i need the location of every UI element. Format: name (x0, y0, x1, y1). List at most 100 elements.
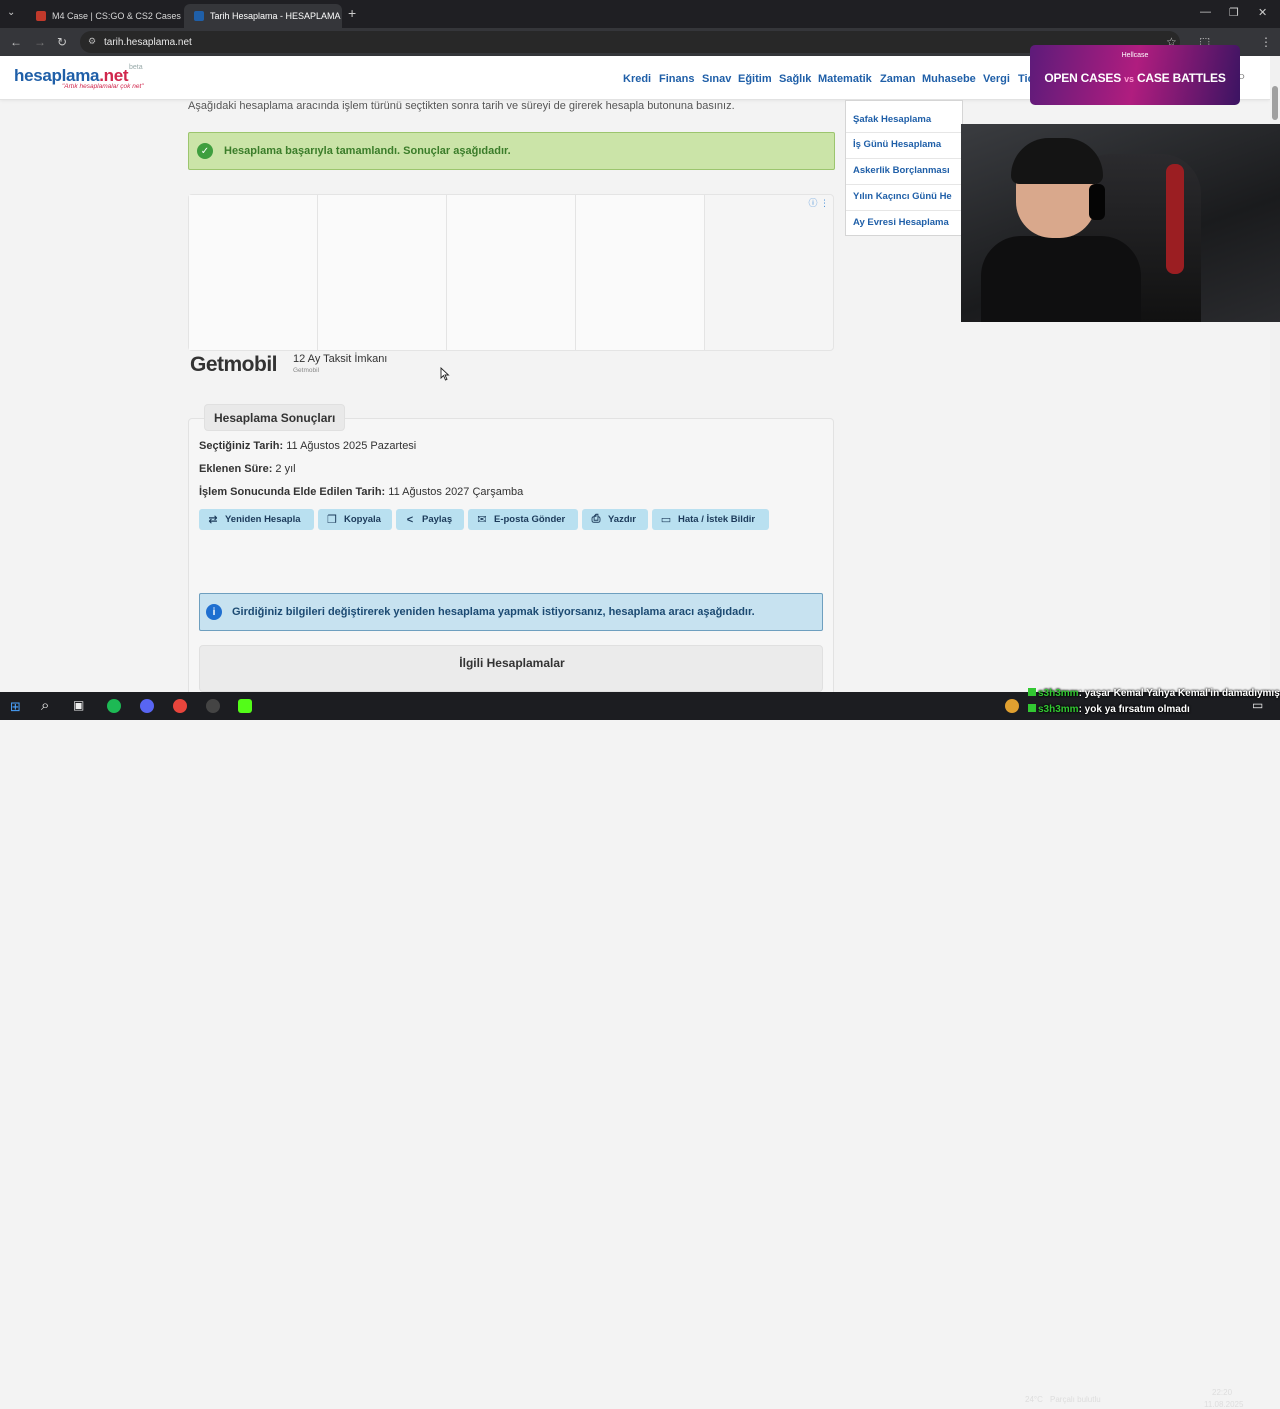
nav-finans[interactable]: Finans (659, 73, 694, 85)
tab-tarih-hesaplama[interactable]: Tarih Hesaplama - HESAPLAMA ✕ (184, 4, 342, 28)
tab-m4case[interactable]: M4 Case | CS:GO & CS2 Cases I ✕ (26, 4, 182, 28)
recalculate-button[interactable]: ⇄ Yeniden Hesapla (199, 509, 314, 530)
window-close-icon[interactable]: ✕ (1258, 6, 1267, 19)
ad-info-icon[interactable]: ⓘ ⋮ (808, 196, 829, 209)
button-label: Yazdır (608, 514, 636, 525)
discord-icon[interactable] (140, 699, 154, 713)
nav-muhasebe[interactable]: Muhasebe (922, 73, 976, 85)
sidebar-item-askerlik[interactable]: Askerlik Borçlanması (853, 165, 950, 176)
ad-tile[interactable] (318, 195, 447, 350)
selected-date-row: Seçtiğiniz Tarih: 11 Ağustos 2025 Pazart… (199, 440, 416, 452)
divider (846, 184, 964, 185)
selected-date-label: Seçtiğiniz Tarih: (199, 440, 284, 452)
minimize-icon[interactable]: — (1200, 6, 1211, 18)
button-label: Paylaş (422, 514, 453, 525)
obs-icon[interactable] (206, 699, 220, 713)
nav-zaman[interactable]: Zaman (880, 73, 915, 85)
email-icon: ✉ (477, 514, 487, 526)
added-duration-value: 2 yıl (275, 463, 296, 475)
added-duration-row: Eklenen Süre: 2 yıl (199, 463, 296, 475)
nav-egitim[interactable]: Eğitim (738, 73, 772, 85)
button-label: Hata / İstek Bildir (678, 514, 756, 525)
headset-icon (1089, 184, 1105, 220)
tab-title: Tarih Hesaplama - HESAPLAMA (210, 11, 341, 21)
nav-kredi[interactable]: Kredi (623, 73, 651, 85)
weather-desc: Parçalı bulutlu (1050, 1395, 1101, 1404)
logo-tagline: "Artık hesaplamalar çok net" (62, 83, 144, 90)
address-bar[interactable]: ⚙ tarih.hesaplama.net (80, 31, 1180, 53)
chat-message: s3h3mm: yaşar Kemal Yahya Kemal'in damad… (1028, 688, 1280, 699)
button-label: E-posta Gönder (494, 514, 566, 525)
sidebar-item-ay-evresi[interactable]: Ay Evresi Hesaplama (853, 217, 949, 228)
forward-icon[interactable]: → (34, 35, 46, 49)
report-button[interactable]: ▭ Hata / İstek Bildir (652, 509, 769, 530)
banner-text: OPEN CASES vs CASE BATTLES (1030, 71, 1240, 85)
hellcase-banner: Hellcase OPEN CASES vs CASE BATTLES (1030, 45, 1240, 105)
notifications-icon[interactable]: ▭ (1252, 698, 1263, 712)
success-alert: ✓ Hesaplama başarıyla tamamlandı. Sonuçl… (188, 132, 835, 170)
info-alert: i Girdiğiniz bilgileri değiştirerek yeni… (199, 593, 823, 631)
nav-saglik[interactable]: Sağlık (779, 73, 811, 85)
info-circle-icon: i (206, 604, 222, 620)
new-tab-icon[interactable]: + (348, 5, 356, 21)
sidebar-item-safak[interactable]: Şafak Hesaplama (853, 114, 931, 125)
email-button[interactable]: ✉ E-posta Gönder (468, 509, 578, 530)
ad-tile[interactable] (576, 195, 705, 350)
result-date-value: 11 Ağustos 2027 Çarşamba (388, 486, 524, 498)
print-button[interactable]: ⎙ Yazdır (582, 509, 648, 530)
m4case-favicon-icon (36, 11, 46, 21)
result-date-label: İşlem Sonucunda Elde Edilen Tarih: (199, 486, 386, 498)
ad-subtitle: Getmobil (293, 367, 320, 374)
ad-tile[interactable] (189, 195, 318, 350)
recalculate-icon: ⇄ (208, 514, 218, 526)
banner-text-left: OPEN CASES (1044, 71, 1122, 85)
ad-banner[interactable]: ⓘ ⋮ (188, 194, 834, 351)
sidebar-item-is-gunu[interactable]: İş Günü Hesaplama (853, 139, 941, 150)
nav-matematik[interactable]: Matematik (818, 73, 872, 85)
chrome-icon[interactable] (173, 699, 187, 713)
copy-icon: ❐ (327, 514, 337, 526)
button-label: Kopyala (344, 514, 381, 525)
windows-start-icon[interactable]: ⊞ (10, 699, 21, 715)
sidebar-item-yilin-kacinci-gunu[interactable]: Yılın Kaçıncı Günü He (853, 191, 952, 202)
share-button[interactable]: < Paylaş (396, 509, 464, 530)
clock-time[interactable]: 22:20 (1212, 1388, 1232, 1397)
site-info-icon[interactable]: ⚙ (88, 36, 96, 47)
scrollbar-thumb[interactable] (1272, 86, 1278, 120)
taskbar-search-icon[interactable]: ⌕ (41, 697, 49, 714)
clock-date[interactable]: 11.08.2025 (1204, 1400, 1243, 1409)
success-message: Hesaplama başarıyla tamamlandı. Sonuçlar… (224, 145, 511, 157)
task-view-icon[interactable]: ▣ (73, 698, 84, 712)
reload-icon[interactable]: ↻ (57, 35, 67, 49)
related-calculations: İlgili Hesaplamalar (199, 645, 823, 692)
kick-icon[interactable] (238, 699, 252, 713)
sidebar-menu: Şafak Hesaplama İş Günü Hesaplama Askerl… (845, 100, 964, 236)
banner-vs: vs (1124, 74, 1134, 84)
divider (846, 210, 964, 211)
ad-title[interactable]: 12 Ay Taksit İmkanı (293, 353, 387, 365)
tab-search-icon[interactable]: ⌄ (7, 7, 15, 18)
spotify-icon[interactable] (107, 699, 121, 713)
mouse-cursor-icon (440, 367, 450, 381)
banner-text-right: CASE BATTLES (1136, 71, 1226, 85)
menu-icon[interactable]: ⋮ (1260, 35, 1272, 49)
streamer-hair (1011, 138, 1103, 184)
back-icon[interactable]: ← (10, 35, 22, 49)
chat-badge-icon (1028, 688, 1036, 696)
chat-message: s3h3mm: yok ya fırsatım olmadı (1028, 704, 1190, 715)
weather-icon (1005, 699, 1019, 713)
nav-sinav[interactable]: Sınav (702, 73, 731, 85)
share-icon: < (406, 513, 414, 526)
added-duration-label: Eklenen Süre: (199, 463, 273, 475)
result-date-row: İşlem Sonucunda Elde Edilen Tarih: 11 Ağ… (199, 486, 523, 498)
divider (846, 132, 964, 133)
ad-brand-logo[interactable]: Getmobil (190, 353, 278, 377)
intro-text: Aşağıdaki hesaplama aracında işlem türün… (188, 100, 735, 112)
copy-button[interactable]: ❐ Kopyala (318, 509, 392, 530)
ad-tile[interactable] (447, 195, 576, 350)
nav-vergi[interactable]: Vergi (983, 73, 1010, 85)
restore-icon[interactable]: ❐ (1229, 6, 1239, 19)
chat-text: : yok ya fırsatım olmadı (1078, 704, 1190, 715)
chat-username: s3h3mm (1038, 704, 1079, 715)
address-url: tarih.hesaplama.net (104, 36, 192, 48)
